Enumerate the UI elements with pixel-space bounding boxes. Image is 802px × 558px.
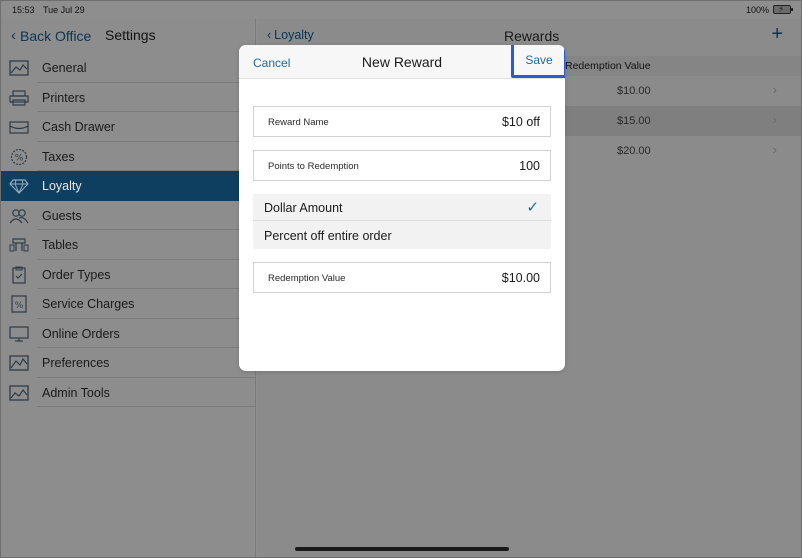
settings-menu: General Printers Cash Drawer % Taxes Loy… — [1, 53, 256, 407]
sidebar-item-guests[interactable]: Guests — [1, 201, 256, 230]
points-to-redemption-label: Points to Redemption — [268, 161, 359, 172]
loyalty-back-button[interactable]: ‹ Loyalty — [267, 28, 314, 42]
status-bar: 15:53 Tue Jul 29 100% ⚡ — [1, 1, 801, 19]
tables-icon — [9, 236, 29, 254]
sidebar-item-label: Admin Tools — [42, 385, 110, 400]
page-title: Rewards — [504, 28, 560, 44]
new-reward-dialog: Cancel New Reward Save Reward Name Point… — [239, 45, 565, 371]
reward-name-label: Reward Name — [268, 117, 329, 128]
sidebar-item-label: Cash Drawer — [42, 120, 115, 134]
chevron-right-icon: › — [772, 142, 777, 157]
sidebar-item-printers[interactable]: Printers — [1, 83, 256, 112]
battery-icon: ⚡ — [773, 4, 793, 14]
battery-percent: 100% — [745, 5, 769, 15]
add-reward-button[interactable]: + — [771, 23, 783, 46]
reward-type-options: Dollar Amount ✓ Percent off entire order — [253, 194, 551, 249]
percent-icon: % — [9, 295, 29, 313]
points-to-redemption-field[interactable]: Points to Redemption — [253, 150, 551, 181]
save-button[interactable]: Save — [511, 45, 565, 78]
points-to-redemption-input[interactable] — [380, 159, 540, 173]
sidebar-item-label: Loyalty — [42, 179, 82, 193]
sidebar-item-online-orders[interactable]: Online Orders — [1, 319, 256, 348]
sidebar-item-label: Service Charges — [42, 297, 135, 311]
diamond-icon — [9, 177, 29, 195]
reward-name-input[interactable] — [380, 115, 540, 129]
sidebar-item-service-charges[interactable]: % Service Charges — [1, 289, 256, 319]
reward-name-field[interactable]: Reward Name — [253, 106, 551, 137]
svg-text:%: % — [15, 301, 24, 311]
loyalty-back-label: Loyalty — [274, 28, 314, 42]
redemption-value-input[interactable] — [380, 271, 540, 285]
redemption-value-field[interactable]: Redemption Value — [253, 262, 551, 293]
sidebar-item-label: Guests — [42, 208, 82, 223]
divider — [37, 406, 256, 407]
preferences-icon — [9, 354, 29, 372]
sidebar-item-admin-tools[interactable]: Admin Tools — [1, 378, 256, 407]
sidebar-item-label: Preferences — [42, 356, 110, 370]
chevron-right-icon: › — [772, 112, 777, 127]
sidebar-item-label: Tables — [42, 238, 79, 252]
sidebar-item-label: Online Orders — [42, 326, 120, 341]
sidebar-item-taxes[interactable]: % Taxes — [1, 142, 256, 171]
monitor-icon — [9, 325, 29, 343]
sidebar-item-general[interactable]: General — [1, 53, 256, 83]
sidebar-item-cash-drawer[interactable]: Cash Drawer — [1, 112, 256, 142]
column-header-redemption-value: Redemption Value — [565, 60, 651, 72]
sidebar-item-label: Order Types — [42, 267, 111, 282]
option-dollar-amount[interactable]: Dollar Amount ✓ — [253, 194, 551, 221]
option-label: Dollar Amount — [264, 201, 343, 215]
sidebar-item-loyalty[interactable]: Loyalty — [1, 171, 256, 201]
chevron-right-icon: › — [772, 82, 777, 97]
guests-icon — [9, 207, 29, 225]
sidebar-item-label: Printers — [42, 90, 86, 105]
sidebar-item-label: Taxes — [42, 149, 75, 164]
svg-text:%: % — [15, 153, 24, 163]
chevron-left-icon: ‹ — [267, 28, 272, 42]
redemption-value-label: Redemption Value — [268, 273, 346, 284]
printer-icon — [9, 89, 29, 107]
status-time: 15:53 — [12, 5, 35, 15]
cash-drawer-icon — [9, 118, 29, 136]
row-redemption-value: $20.00 — [617, 145, 651, 157]
sidebar-item-tables[interactable]: Tables — [1, 230, 256, 260]
sidebar-item-preferences[interactable]: Preferences — [1, 348, 256, 378]
option-percent-off[interactable]: Percent off entire order — [253, 222, 551, 249]
checkmark-icon: ✓ — [526, 199, 539, 216]
app-frame: 15:53 Tue Jul 29 100% ⚡ ‹ Back Office Se… — [0, 0, 802, 558]
chevron-left-icon: ‹ — [11, 27, 16, 44]
row-redemption-value: $10.00 — [617, 85, 651, 97]
status-date: Tue Jul 29 — [43, 5, 85, 15]
sidebar-item-order-types[interactable]: Order Types — [1, 260, 256, 289]
taxes-icon: % — [9, 148, 29, 166]
row-redemption-value: $15.00 — [617, 115, 651, 127]
general-icon — [9, 59, 29, 77]
sidebar-title: Settings — [105, 27, 156, 43]
home-indicator[interactable] — [295, 547, 509, 551]
option-label: Percent off entire order — [264, 229, 392, 243]
back-office-button[interactable]: ‹ Back Office — [11, 27, 91, 44]
clipboard-icon — [9, 266, 29, 284]
back-office-label: Back Office — [20, 27, 92, 44]
sidebar-item-label: General — [42, 61, 87, 75]
sidebar-header: ‹ Back Office Settings — [1, 19, 256, 53]
admin-tools-icon — [9, 384, 29, 402]
settings-sidebar: ‹ Back Office Settings General Printers — [1, 19, 256, 557]
